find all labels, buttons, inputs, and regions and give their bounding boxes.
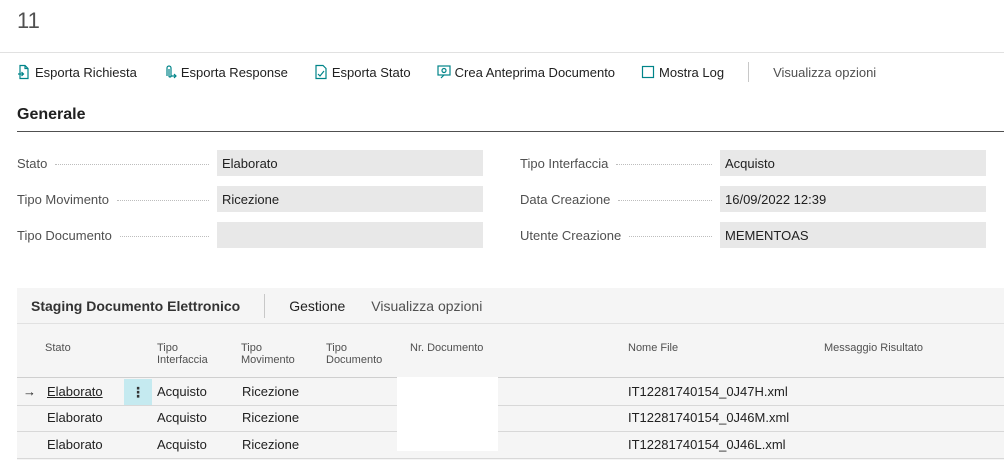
column-header-line2: Nr. Documento: [410, 342, 484, 354]
export-status-button[interactable]: Esporta Stato: [314, 64, 411, 80]
attachment-export-icon: [163, 64, 177, 80]
row-menu-button[interactable]: ⋮: [124, 379, 152, 405]
field-tipo-documento: Tipo Documento: [17, 222, 217, 248]
field-value-stato[interactable]: Elaborato: [217, 150, 483, 176]
row-divider: [17, 458, 1004, 459]
field-tipo-interfaccia: Tipo Interfaccia: [520, 150, 720, 176]
show-log-label: Mostra Log: [659, 64, 725, 80]
column-header-line2: Movimento: [241, 354, 295, 366]
column-header-line1: Tipo: [157, 342, 178, 354]
field-value-utente-creazione[interactable]: MEMENTOAS: [720, 222, 986, 248]
cell-movimento: Ricezione: [242, 437, 300, 452]
field-value-tipo-movimento[interactable]: Ricezione: [217, 186, 483, 212]
export-response-label: Esporta Response: [180, 64, 288, 80]
header-divider: [0, 52, 1004, 53]
create-preview-button[interactable]: Crea Anteprima Documento: [437, 64, 615, 80]
action-separator: [748, 62, 750, 82]
cell-interfaccia: Acquisto: [157, 384, 207, 399]
column-header-tipo-movimento[interactable]: Tipo Movimento: [241, 342, 295, 366]
column-header-line2: Nome File: [628, 342, 679, 354]
field-label-tipo-documento: Tipo Documento: [17, 227, 112, 243]
cell-movimento: Ricezione: [242, 384, 300, 399]
cell-nome-file: IT12281740154_0J46M.xml: [628, 410, 790, 425]
table-header-divider: [17, 377, 1004, 378]
table-row[interactable]: Elaborato Acquisto Ricezione IT122817401…: [17, 405, 1004, 432]
field-value-tipo-documento[interactable]: [217, 222, 483, 248]
column-header-stato[interactable]: Stato: [45, 342, 71, 354]
view-options-button[interactable]: Visualizza opzioni: [773, 65, 876, 80]
staging-title[interactable]: Staging Documento Elettronico: [31, 298, 240, 314]
column-header-line1: Tipo: [241, 342, 262, 354]
document-export-icon: [17, 64, 31, 80]
staging-separator: [264, 294, 266, 318]
field-label-utente-creazione: Utente Creazione: [520, 227, 622, 243]
column-header-line2: Stato: [45, 342, 71, 354]
export-request-button[interactable]: Esporta Richiesta: [17, 64, 137, 80]
cell-interfaccia: Acquisto: [157, 437, 207, 452]
field-dots: [629, 235, 712, 237]
export-status-label: Esporta Stato: [331, 64, 411, 80]
column-header-tipo-interfaccia[interactable]: Tipo Interfaccia: [157, 342, 208, 366]
cell-stato[interactable]: Elaborato: [47, 432, 103, 458]
field-utente-creazione: Utente Creazione: [520, 222, 720, 248]
staging-part: Staging Documento Elettronico Gestione V…: [17, 288, 1004, 460]
section-title-general[interactable]: Generale: [17, 106, 85, 124]
field-dots: [55, 163, 209, 165]
log-square-icon: [641, 64, 655, 80]
page-title: 11: [17, 8, 40, 33]
action-bar: Esporta Richiesta Esporta Response Espor…: [17, 62, 902, 82]
field-value-tipo-interfaccia[interactable]: Acquisto: [720, 150, 986, 176]
preview-document-icon: [437, 64, 451, 80]
table-row[interactable]: → Elaborato ⋮ Acquisto Ricezione IT12281…: [17, 379, 1004, 406]
cell-nome-file: IT12281740154_0J47H.xml: [628, 384, 788, 399]
create-preview-label: Crea Anteprima Documento: [454, 64, 616, 80]
cell-nome-file: IT12281740154_0J46L.xml: [628, 437, 786, 452]
column-header-messaggio-risultato[interactable]: Messaggio Risultato: [824, 342, 923, 354]
redacted-area: [397, 377, 498, 451]
cell-stato[interactable]: Elaborato: [47, 379, 103, 405]
view-options-label: Visualizza opzioni: [773, 64, 877, 80]
field-dots: [117, 199, 209, 201]
field-data-creazione: Data Creazione: [520, 186, 720, 212]
column-header-line2: Messaggio Risultato: [824, 342, 924, 354]
field-dots: [616, 163, 712, 165]
field-dots: [119, 235, 209, 237]
column-header-nome-file[interactable]: Nome File: [628, 342, 678, 354]
document-status-icon: [314, 64, 328, 80]
column-header-tipo-documento[interactable]: Tipo Documento: [326, 342, 382, 366]
column-header-line1: Tipo: [326, 342, 347, 354]
staging-header: Staging Documento Elettronico Gestione V…: [17, 288, 1004, 324]
field-label-tipo-movimento: Tipo Movimento: [17, 191, 109, 207]
field-value-data-creazione[interactable]: 16/09/2022 12:39: [720, 186, 986, 212]
gestione-button[interactable]: Gestione: [289, 298, 345, 314]
show-log-button[interactable]: Mostra Log: [641, 64, 724, 80]
column-header-line2: Interfaccia: [157, 354, 208, 366]
field-label-stato: Stato: [17, 155, 48, 171]
field-label-data-creazione: Data Creazione: [520, 191, 611, 207]
cell-movimento: Ricezione: [242, 410, 300, 425]
column-header-line2: Documento: [326, 354, 383, 366]
staging-view-options-button[interactable]: Visualizza opzioni: [371, 298, 482, 314]
field-stato: Stato: [17, 150, 217, 176]
cell-interfaccia: Acquisto: [157, 410, 207, 425]
field-dots: [618, 199, 712, 201]
cell-stato[interactable]: Elaborato: [47, 405, 103, 431]
field-tipo-movimento: Tipo Movimento: [17, 186, 217, 212]
field-label-tipo-interfaccia: Tipo Interfaccia: [520, 155, 609, 171]
column-header-nr-documento[interactable]: Nr. Documento: [410, 342, 483, 354]
section-divider: [17, 131, 1004, 132]
export-response-button[interactable]: Esporta Response: [163, 64, 288, 80]
table-row[interactable]: Elaborato Acquisto Ricezione IT122817401…: [17, 432, 1004, 459]
staging-header-divider: [17, 323, 1004, 324]
current-row-indicator: →: [23, 384, 36, 399]
export-request-label: Esporta Richiesta: [35, 64, 137, 80]
